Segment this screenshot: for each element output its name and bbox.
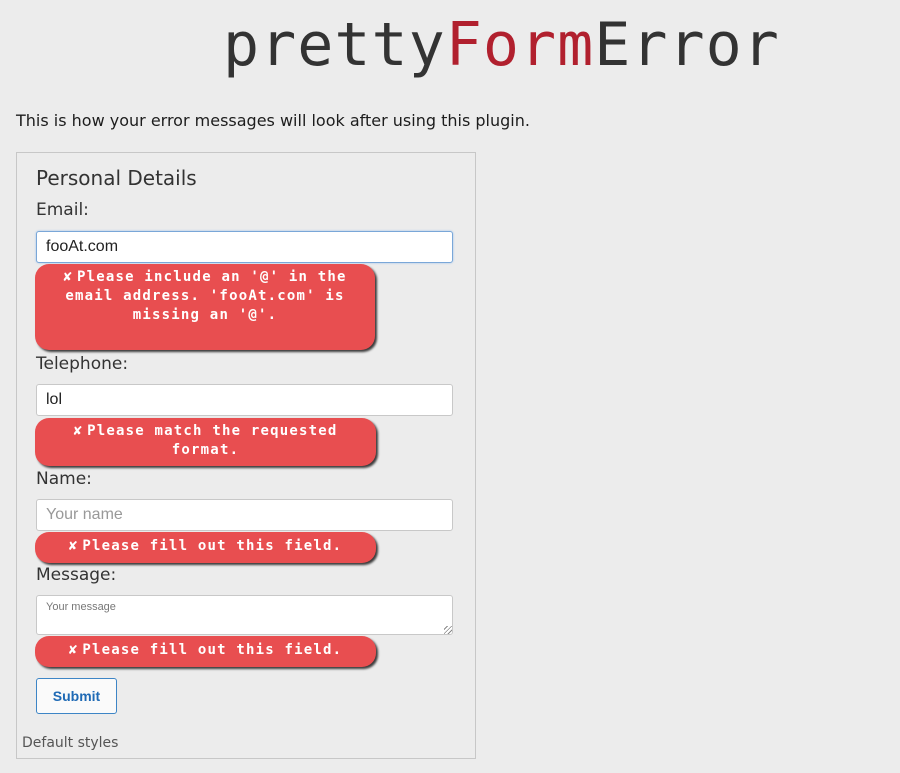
fieldset-legend: Personal Details [36,166,197,190]
message-error-bubble: ✘ Please fill out this field. [35,636,376,667]
intro-text: This is how your error messages will loo… [16,111,530,130]
resize-grip-icon[interactable] [444,626,452,634]
submit-button[interactable]: Submit [36,678,117,714]
error-x-icon: ✘ [63,269,74,285]
logo-text-form: Form [445,10,595,80]
message-label: Message: [36,565,117,585]
telephone-error-text: Please match the requested format. [87,423,338,458]
error-x-icon: ✘ [68,642,79,658]
email-error-bubble: ✘ Please include an '@' in the email addr… [35,264,375,350]
email-error-text: Please include an '@' in the email addre… [65,269,347,323]
message-textarea[interactable] [36,595,453,635]
email-field[interactable] [36,231,453,263]
name-error-text: Please fill out this field. [82,538,343,554]
email-label: Email: [36,200,89,220]
telephone-error-bubble: ✘ Please match the requested format. [35,418,376,466]
message-error-text: Please fill out this field. [82,642,343,658]
personal-details-fieldset: Personal Details Email: ✘Please include … [16,152,476,759]
plugin-logo: prettyFormError [223,14,780,76]
logo-text-pretty: pretty [223,10,446,80]
name-label: Name: [36,469,92,489]
name-error-bubble: ✘ Please fill out this field. [35,532,376,563]
error-x-icon: ✘ [73,423,84,439]
telephone-field[interactable] [36,384,453,416]
styles-caption: Default styles [22,735,119,751]
logo-text-error: Error [594,10,780,80]
telephone-label: Telephone: [36,354,129,374]
error-x-icon: ✘ [68,538,79,554]
name-field[interactable] [36,499,453,531]
